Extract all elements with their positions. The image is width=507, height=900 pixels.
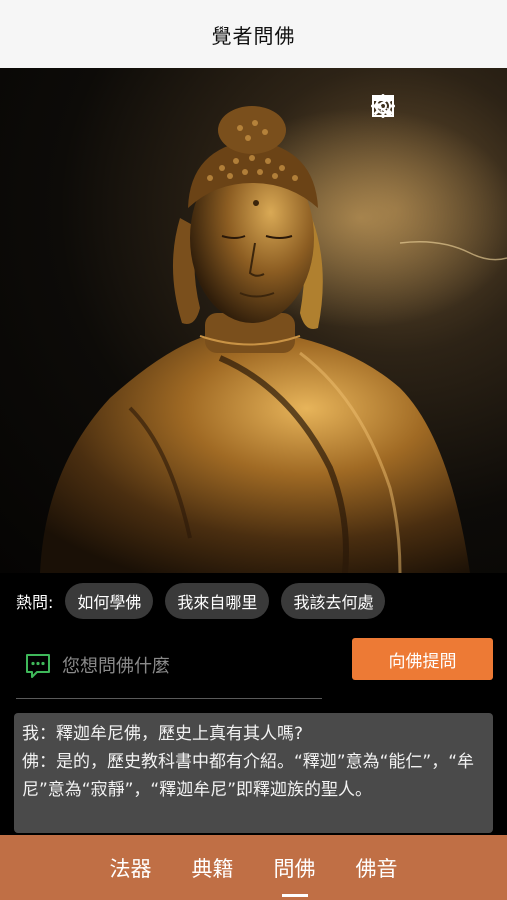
bottom-tab-bar: 法器 典籍 問佛 佛音 [0,835,507,900]
buddha-image: Aa [0,68,507,573]
tab-ask-buddha[interactable]: 問佛 [274,853,316,883]
buddha-answer-text: 佛：是的，歷史教科書中都有介紹。“釋迦”意為“能仁”，“牟尼”意為“寂靜”，“釋… [22,752,475,800]
ask-buddha-button[interactable]: 向佛提問 [352,638,493,680]
ask-section: 向佛提問 [0,632,507,704]
user-question-text: 我：釋迦牟尼佛，歷史上真有其人嗎? [22,724,304,744]
tab-instruments[interactable]: 法器 [110,853,152,883]
hot-question-chip[interactable]: 我來自哪里 [165,583,270,619]
app-header: 覺者問佛 [0,0,507,68]
hot-questions: 熱問: 如何學佛 我來自哪里 我該去何處 [0,578,507,624]
answer-panel: 我：釋迦牟尼佛，歷史上真有其人嗎? 佛：是的，歷史教科書中都有介紹。“釋迦”意為… [14,713,493,833]
page-title: 覺者問佛 [211,23,296,48]
hot-questions-label: 熱問: [16,593,54,612]
question-input[interactable] [60,646,324,686]
chat-bubble-icon [24,652,52,680]
input-underline [16,698,322,699]
tab-buddhist-music[interactable]: 佛音 [356,853,398,883]
hot-question-chip[interactable]: 如何學佛 [65,583,154,619]
share-icon[interactable] [374,94,489,120]
tab-scriptures[interactable]: 典籍 [192,853,234,883]
buddha-illustration [40,106,507,573]
font-size-icon[interactable]: Aa [372,94,443,120]
hot-question-chip[interactable]: 我該去何處 [281,583,386,619]
